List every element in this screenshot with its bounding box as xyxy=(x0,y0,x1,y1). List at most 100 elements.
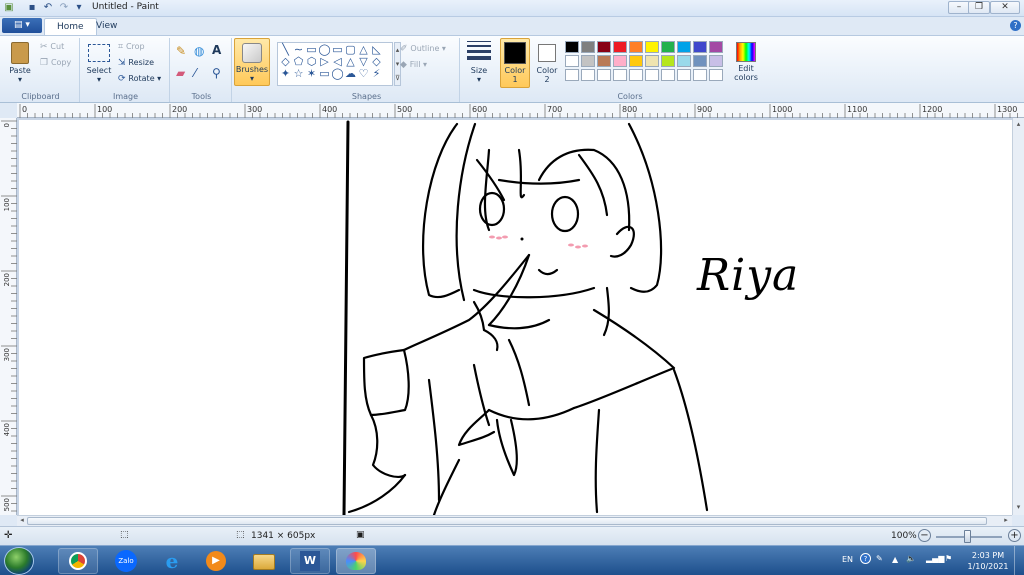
star-shape-icon[interactable]: ☆ xyxy=(292,68,305,80)
palette-swatch[interactable] xyxy=(581,69,595,81)
five-point-star-shape-icon[interactable]: ✦ xyxy=(279,68,292,80)
customize-toolbar-icon[interactable]: ▾ xyxy=(73,2,85,14)
zoom-in-button[interactable]: + xyxy=(1008,529,1021,542)
palette-swatch[interactable] xyxy=(677,69,691,81)
rect-callout-shape-icon[interactable]: ▭ xyxy=(318,68,331,80)
taskbar-word[interactable]: W xyxy=(290,548,330,574)
size-button[interactable]: Size ▾ xyxy=(462,38,496,90)
palette-swatch[interactable] xyxy=(645,69,659,81)
palette-swatch[interactable] xyxy=(565,69,579,81)
fill-bucket-icon[interactable]: ◍ xyxy=(194,44,204,58)
brushes-button[interactable]: Brushes ▾ xyxy=(234,38,270,86)
zoom-out-button[interactable]: − xyxy=(918,529,931,542)
help-tray-icon[interactable]: ? xyxy=(860,553,871,564)
heart-shape-icon[interactable]: ♡ xyxy=(357,68,370,80)
color2-swatch xyxy=(538,44,556,62)
nose-dot xyxy=(520,237,524,241)
color-picker-icon[interactable]: ⁄ xyxy=(194,66,196,80)
file-menu-button[interactable]: ▤ ▾ xyxy=(2,18,42,33)
palette-swatch[interactable] xyxy=(565,41,579,53)
ruler-label-h: 0 xyxy=(22,105,27,114)
palette-swatch[interactable] xyxy=(661,55,675,67)
palette-swatch[interactable] xyxy=(709,55,723,67)
maximize-button[interactable]: ❐ xyxy=(968,1,990,14)
taskbar-chrome[interactable] xyxy=(58,548,98,574)
palette-swatch[interactable] xyxy=(693,55,707,67)
eraser-icon[interactable]: ▰ xyxy=(176,66,185,80)
color1-button[interactable]: Color 1 xyxy=(500,38,530,88)
paint-app-icon[interactable]: ▣ xyxy=(3,2,15,14)
taskbar-explorer[interactable] xyxy=(244,548,284,574)
network-icon[interactable]: ▂▄▆ xyxy=(926,554,944,563)
pencil-icon[interactable]: ✎ xyxy=(176,44,186,58)
palette-swatch[interactable] xyxy=(565,55,579,67)
select-button[interactable]: Select ▾ xyxy=(86,42,112,84)
resize-button[interactable]: ⇲ Resize xyxy=(118,58,154,68)
help-icon[interactable]: ? xyxy=(1010,20,1021,31)
copy-button[interactable]: ❐ Copy xyxy=(40,58,71,68)
palette-swatch[interactable] xyxy=(597,55,611,67)
edit-colors-button[interactable]: Edit colors xyxy=(732,42,760,82)
horizontal-scroll-thumb[interactable] xyxy=(27,517,987,525)
palette-swatch[interactable] xyxy=(597,41,611,53)
volume-icon[interactable]: 🔈 xyxy=(906,554,916,563)
cloud-callout-shape-icon[interactable]: ☁ xyxy=(344,68,357,80)
ime-icon[interactable]: ✎ xyxy=(876,554,883,563)
palette-swatch[interactable] xyxy=(629,55,643,67)
taskbar-paint[interactable] xyxy=(336,548,376,574)
text-icon[interactable]: A xyxy=(212,43,221,57)
palette-swatch[interactable] xyxy=(677,41,691,53)
lightning-shape-icon[interactable]: ⚡ xyxy=(370,68,383,80)
language-indicator[interactable]: EN xyxy=(842,555,853,564)
start-button[interactable] xyxy=(4,547,34,575)
magnifier-icon[interactable]: ⚲ xyxy=(212,66,221,80)
tab-view[interactable]: View xyxy=(84,18,129,35)
palette-swatch[interactable] xyxy=(709,41,723,53)
palette-swatch[interactable] xyxy=(645,55,659,67)
show-hidden-icons[interactable]: ▲ xyxy=(892,555,898,564)
palette-swatch[interactable] xyxy=(581,55,595,67)
ruler-label-v: 400 xyxy=(3,423,11,436)
palette-swatch[interactable] xyxy=(693,69,707,81)
palette-swatch[interactable] xyxy=(709,69,723,81)
palette-swatch[interactable] xyxy=(693,41,707,53)
undo-icon[interactable]: ↶ xyxy=(42,2,54,14)
taskbar-media[interactable]: ▶ xyxy=(196,548,236,574)
palette-swatch[interactable] xyxy=(613,69,627,81)
action-center-icon[interactable]: ⚑ xyxy=(945,554,952,563)
palette-swatch[interactable] xyxy=(629,69,643,81)
paste-button[interactable]: Paste ▾ xyxy=(6,40,34,88)
rotate-button[interactable]: ⟳ Rotate ▾ xyxy=(118,74,161,84)
palette-swatch[interactable] xyxy=(613,41,627,53)
palette-swatch[interactable] xyxy=(677,55,691,67)
ruler-label-h: 1200 xyxy=(922,105,942,114)
zoom-slider-thumb[interactable] xyxy=(964,530,971,543)
redo-icon[interactable]: ↷ xyxy=(58,2,70,14)
palette-swatch[interactable] xyxy=(661,69,675,81)
drawing-canvas[interactable]: Riya xyxy=(19,120,1012,515)
fill-button[interactable]: ◆ Fill ▾ xyxy=(400,60,427,70)
save-icon[interactable]: ▪ xyxy=(26,2,38,14)
palette-swatch[interactable] xyxy=(597,69,611,81)
vertical-scrollbar[interactable]: ▴ ▾ xyxy=(1012,118,1024,515)
horizontal-scrollbar[interactable]: ◂ ▸ xyxy=(17,515,1012,526)
ruler-label-v: 200 xyxy=(3,273,11,286)
minimize-button[interactable]: – xyxy=(948,1,970,14)
palette-swatch[interactable] xyxy=(645,41,659,53)
palette-swatch[interactable] xyxy=(661,41,675,53)
palette-swatch[interactable] xyxy=(581,41,595,53)
color2-button[interactable]: Color 2 xyxy=(534,42,560,84)
six-point-star-shape-icon[interactable]: ✶ xyxy=(305,68,318,80)
taskbar-zalo[interactable]: Zalo xyxy=(106,548,146,574)
show-desktop-button[interactable] xyxy=(1014,546,1024,575)
clock[interactable]: 2:03 PM 1/10/2021 xyxy=(966,550,1010,572)
cut-button[interactable]: ✂ Cut xyxy=(40,42,64,52)
palette-swatch[interactable] xyxy=(613,55,627,67)
outline-button[interactable]: ✐ Outline ▾ xyxy=(400,44,446,54)
close-button[interactable]: ✕ xyxy=(990,1,1020,14)
taskbar-ie[interactable]: e xyxy=(152,548,192,574)
palette-swatch[interactable] xyxy=(629,41,643,53)
crop-button[interactable]: ⌗ Crop xyxy=(118,42,145,52)
ruler-label-v: 300 xyxy=(3,348,11,361)
oval-callout-shape-icon[interactable]: ◯ xyxy=(331,68,344,80)
